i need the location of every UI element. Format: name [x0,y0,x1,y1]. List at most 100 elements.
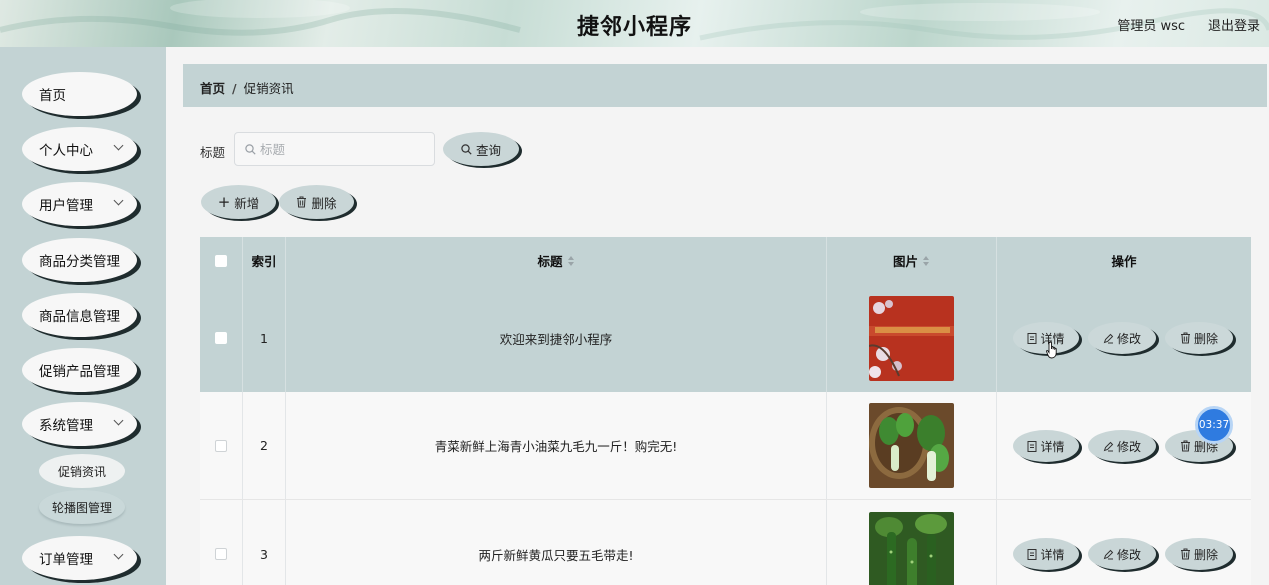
chevron-down-icon [113,549,124,560]
trash-icon [297,196,307,208]
sidebar-subitem-promotion-news[interactable]: 促销资讯 [39,454,125,488]
row-image-cell [827,500,997,585]
admin-user-label: 管理员 wsc [1117,19,1185,34]
header-index-label: 索引 [251,254,277,269]
search-icon [245,144,256,155]
top-header: 捷邻小程序 管理员 wsc 退出登录 [0,0,1269,47]
app-title: 捷邻小程序 [576,15,692,40]
bok-choy-image [869,403,954,488]
search-label: 标题 [200,145,226,160]
logout-link[interactable]: 退出登录 [1208,15,1260,34]
row-index: 2 [243,392,286,499]
pencil-icon [1103,441,1114,451]
pencil-icon [1103,549,1114,559]
cucumber-image [869,511,954,585]
sidebar-item-label: 商品信息管理 [39,309,120,325]
add-button[interactable]: + 新增 [201,185,276,219]
sidebar-item-personal-center[interactable]: 个人中心 [22,127,137,171]
search-icon [461,143,472,155]
search-input[interactable] [260,133,430,165]
add-button-label: 新增 [234,195,260,211]
row-index: 1 [243,284,286,392]
sidebar-item-label: 用户管理 [39,198,93,214]
edit-button-label: 修改 [1116,439,1141,454]
row-checkbox[interactable] [215,439,227,452]
edit-button[interactable]: 修改 [1088,322,1156,354]
header-ops: 操作 [997,237,1251,284]
header-image[interactable]: 图片 [827,237,997,284]
sidebar-item-label: 订单管理 [39,552,93,568]
detail-button-label: 详情 [1040,439,1065,454]
edit-button[interactable]: 修改 [1088,538,1156,570]
delete-button-label: 删除 [1193,331,1218,346]
sidebar-item-home[interactable]: 首页 [22,72,137,116]
sidebar-subitem-carousel-management[interactable]: 轮播图管理 [39,490,125,524]
detail-button-label: 详情 [1040,547,1065,562]
delete-button[interactable]: 删除 [1165,538,1233,570]
sidebar: 首页 个人中心 用户管理 商品分类管理 商品信息管理 促销产品管理 系统管理 促… [0,47,166,585]
header-index: 索引 [243,237,286,284]
row-title-value: 两斤新鲜黄瓜只要五毛带走! [478,547,634,563]
sidebar-item-product-management[interactable]: 商品信息管理 [22,293,137,337]
select-all-checkbox[interactable] [215,254,227,267]
breadcrumb-separator: / [232,81,237,96]
document-icon [1027,548,1037,560]
red-banner-image [869,295,954,381]
detail-button[interactable]: 详情 [1013,430,1079,462]
sidebar-item-label: 系统管理 [39,418,93,434]
search-field[interactable] [234,132,435,166]
document-icon [1027,332,1037,344]
chevron-down-icon [113,140,124,151]
sidebar-item-label: 首页 [39,88,66,104]
query-button-label: 查询 [475,142,501,158]
sidebar-item-user-management[interactable]: 用户管理 [22,182,137,226]
delete-button[interactable]: 删除 [1165,322,1233,354]
sidebar-item-category-management[interactable]: 商品分类管理 [22,238,137,282]
edit-button-label: 修改 [1116,331,1141,346]
table-row: 1 欢迎来到捷邻小程序 详情 修改 删除 [200,284,1251,392]
row-index: 3 [243,500,286,585]
row-title-value: 青菜新鲜上海青小油菜九毛九一斤！购完无! [434,439,678,454]
plus-icon: + [217,192,231,211]
trash-icon [1180,440,1190,452]
sidebar-item-order-management[interactable]: 订单管理 [22,536,137,580]
sidebar-item-label: 商品分类管理 [39,254,120,270]
header-title[interactable]: 标题 [286,237,827,284]
hand-cursor-icon [1046,341,1057,359]
floating-timer-badge[interactable]: 03:37 [1195,406,1233,444]
document-icon [1027,440,1037,452]
chevron-down-icon [113,415,124,426]
table-row: 3 两斤新鲜黄瓜只要五毛带走! 详情 修改 删除 [200,500,1251,585]
sidebar-item-system-management[interactable]: 系统管理 [22,402,137,446]
breadcrumb-home[interactable]: 首页 [200,81,225,96]
row-select-cell [200,284,243,392]
query-button[interactable]: 查询 [443,132,519,166]
sort-icon[interactable] [567,255,575,266]
sidebar-item-label: 促销产品管理 [39,364,120,380]
row-title: 欢迎来到捷邻小程序 [286,284,827,392]
detail-button[interactable]: 详情 [1013,538,1079,570]
row-title: 青菜新鲜上海青小油菜九毛九一斤！购完无! [286,392,827,499]
edit-button-label: 修改 [1116,547,1141,562]
chevron-down-icon [113,195,124,206]
trash-icon [1180,548,1190,560]
row-checkbox[interactable] [215,332,227,344]
row-checkbox[interactable] [215,548,227,560]
table-header-row: 索引 标题 图片 操作 [200,237,1251,284]
sidebar-item-label: 个人中心 [39,143,93,159]
pencil-icon [1103,333,1114,343]
row-index-value: 1 [260,330,268,346]
sort-icon[interactable] [923,255,930,266]
breadcrumb-bar: 首页 / 促销资讯 [183,64,1267,107]
row-select-cell [200,500,243,585]
batch-delete-button-label: 删除 [311,195,337,211]
edit-button[interactable]: 修改 [1088,430,1156,462]
header-image-label: 图片 [892,254,918,269]
delete-button-label: 删除 [1193,547,1218,562]
row-image-cell [827,284,997,392]
sidebar-item-promotion-products[interactable]: 促销产品管理 [22,348,137,392]
row-ops: 详情 修改 删除 [997,284,1251,392]
row-image-cell [827,392,997,499]
batch-delete-button[interactable]: 删除 [279,185,354,219]
row-index-value: 2 [260,438,268,453]
